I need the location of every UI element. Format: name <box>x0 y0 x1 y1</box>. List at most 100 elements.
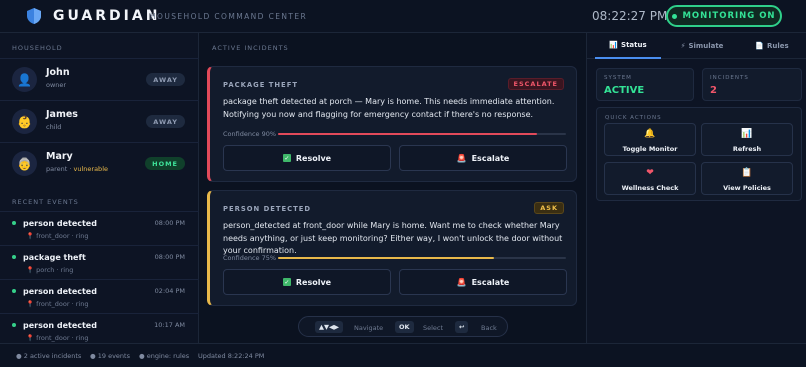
incident-card-person-detected: PERSON DETECTED ASK person_detected at f… <box>207 190 577 306</box>
check-icon: ✓ <box>282 154 291 162</box>
event-title: person detected <box>23 321 97 330</box>
vulnerable-tag: vulnerable <box>73 165 108 173</box>
avatar: 👶 <box>12 109 37 134</box>
keyboard-hint-bar: ▲▼◀▶ Navigate OK Select ↩ Back <box>298 316 508 337</box>
incident-message: package theft detected at porch — Mary i… <box>223 97 555 119</box>
chart-icon: 📊 <box>741 129 753 139</box>
member-name: John <box>46 67 70 78</box>
event-time: 08:00 PM <box>154 253 185 261</box>
pin-icon: 📍 <box>26 300 35 308</box>
event-location: 📍 front_door · ring <box>26 334 89 342</box>
footer-incidents: ● 2 active incidents <box>16 352 82 360</box>
event-item[interactable]: package theft 08:00 PM 📍 porch · ring <box>0 245 199 279</box>
member-john[interactable]: 👤 John owner AWAY <box>0 58 199 100</box>
member-name: Mary <box>46 151 73 162</box>
incident-message: person_detected at front_door while Mary… <box>223 221 563 255</box>
status-badge: AWAY <box>146 73 185 86</box>
navigate-hint: Navigate <box>354 324 384 332</box>
pin-icon: 📍 <box>26 266 35 274</box>
incident-title: PACKAGE THEFT <box>223 81 298 89</box>
select-hint: Select <box>423 324 444 332</box>
view-policies-button[interactable]: 📋 View Policies <box>701 162 793 195</box>
confidence-fill <box>278 257 494 259</box>
clock: 08:22:27 PM <box>592 9 668 23</box>
system-label: SYSTEM <box>604 75 632 81</box>
event-title: package theft <box>23 253 86 262</box>
resolve-button[interactable]: ✓ Resolve <box>223 269 391 295</box>
pin-icon: 📍 <box>26 334 35 342</box>
status-badge: HOME <box>145 157 185 170</box>
brand-name: GUARDIAN <box>53 8 161 24</box>
event-time: 02:04 PM <box>154 287 185 295</box>
footer-events: ● 19 events <box>90 352 130 360</box>
status-dot-icon <box>672 13 678 19</box>
tab-rules[interactable]: 📄 Rules <box>747 33 797 59</box>
siren-icon: 🚨 <box>456 277 467 287</box>
left-panel: HOUSEHOLD 👤 John owner AWAY 👶 James chil… <box>0 33 199 343</box>
avatar: 👵 <box>12 151 37 176</box>
brand-subtitle: HOUSEHOLD COMMAND CENTER <box>150 12 308 21</box>
event-dot-icon <box>12 323 16 327</box>
confidence-bar <box>278 257 566 259</box>
heart-icon: ❤ <box>646 168 654 178</box>
tab-status[interactable]: 📊 Status <box>595 33 661 59</box>
clipboard-icon: 📋 <box>741 168 753 178</box>
event-time: 08:00 PM <box>154 219 185 227</box>
member-role: parent · vulnerable <box>46 165 108 173</box>
event-time: 10:17 AM <box>154 321 185 329</box>
quick-actions-panel: QUICK ACTIONS 🔔 Toggle Monitor 📊 Refresh… <box>596 107 802 201</box>
confidence-label: Confidence 75% <box>223 254 277 262</box>
member-role: child <box>46 123 62 131</box>
status-badge: AWAY <box>146 115 185 128</box>
ok-key: OK <box>395 321 414 333</box>
confidence-bar <box>278 133 566 135</box>
monitoring-toggle-button[interactable]: MONITORING ON <box>666 5 782 27</box>
incident-title: PERSON DETECTED <box>223 205 312 213</box>
event-item[interactable]: person detected 10:17 AM 📍 front_door · r… <box>0 313 199 347</box>
system-status-card: SYSTEM ACTIVE <box>596 68 694 101</box>
event-item[interactable]: person detected 02:04 PM 📍 front_door · r… <box>0 279 199 313</box>
status-footer: ● 2 active incidents ● 19 events ● engin… <box>0 343 806 367</box>
tab-bar: 📊 Status ⚡ Simulate 📄 Rules <box>587 33 806 59</box>
member-james[interactable]: 👶 James child AWAY <box>0 100 199 142</box>
footer-updated: Updated 8:22:24 PM <box>198 352 265 360</box>
quick-actions-heading: QUICK ACTIONS <box>605 115 662 121</box>
event-location: 📍 front_door · ring <box>26 300 89 308</box>
app-header: GUARDIAN HOUSEHOLD COMMAND CENTER 08:22:… <box>0 0 806 33</box>
incidents-value: 2 <box>710 85 717 96</box>
system-value: ACTIVE <box>604 85 645 96</box>
monitoring-label: MONITORING ON <box>682 11 776 21</box>
household-heading: HOUSEHOLD <box>12 44 63 52</box>
resolve-button[interactable]: ✓ Resolve <box>223 145 391 171</box>
footer-engine: ● engine: rules <box>139 352 190 360</box>
toggle-monitor-button[interactable]: 🔔 Toggle Monitor <box>604 123 696 156</box>
refresh-button[interactable]: 📊 Refresh <box>701 123 793 156</box>
document-icon: 📄 <box>755 42 765 50</box>
incidents-label: INCIDENTS <box>710 75 749 81</box>
arrow-keys-icon: ▲▼◀▶ <box>315 321 343 333</box>
pin-icon: 📍 <box>26 232 35 240</box>
event-location: 📍 porch · ring <box>26 266 74 274</box>
escalate-button[interactable]: 🚨 Escalate <box>399 269 567 295</box>
event-location: 📍 front_door · ring <box>26 232 89 240</box>
lightning-icon: ⚡ <box>680 42 686 50</box>
check-icon: ✓ <box>282 278 291 286</box>
incident-card-package-theft: PACKAGE THEFT ESCALATE package theft det… <box>207 66 577 182</box>
tab-simulate[interactable]: ⚡ Simulate <box>673 33 731 59</box>
right-panel: 📊 Status ⚡ Simulate 📄 Rules SYSTEM ACTIV… <box>586 33 806 343</box>
back-hint: Back <box>481 324 497 332</box>
wellness-check-button[interactable]: ❤ Wellness Check <box>604 162 696 195</box>
avatar: 👤 <box>12 67 37 92</box>
event-dot-icon <box>12 289 16 293</box>
escalate-button[interactable]: 🚨 Escalate <box>399 145 567 171</box>
incidents-count-card: INCIDENTS 2 <box>702 68 802 101</box>
siren-icon: 🚨 <box>456 153 467 163</box>
incident-tag: ESCALATE <box>507 78 564 90</box>
member-mary[interactable]: 👵 Mary parent · vulnerable HOME <box>0 142 199 184</box>
event-item[interactable]: person detected 08:00 PM 📍 front_door · r… <box>0 211 199 245</box>
shield-logo-icon <box>27 8 41 24</box>
confidence-fill <box>278 133 538 135</box>
chart-icon: 📊 <box>609 41 619 49</box>
incident-tag: ASK <box>534 202 564 214</box>
event-title: person detected <box>23 219 97 228</box>
